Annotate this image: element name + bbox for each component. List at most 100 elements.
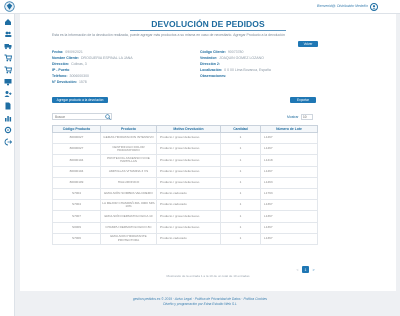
- cell-motivo: Producto / grosel defectuoso: [156, 221, 221, 234]
- truck-icon[interactable]: [3, 41, 12, 50]
- table-row[interactable]: 80000109 HIALURONICO Producto / grosel def…: [52, 176, 318, 189]
- cell-producto: PROTECOG ASCENSO NI DE HAPPILLAS: [100, 154, 157, 167]
- header-lote[interactable]: Número de Lote: [260, 125, 318, 133]
- cell-codigo: S7006: [52, 232, 101, 245]
- footer-credits: Diseño y programación por Edna Estudio W…: [163, 302, 237, 306]
- cell-lote: L1418: [260, 154, 318, 167]
- cell-codigo: 80000027: [52, 131, 101, 145]
- cell-lote: L1463: [260, 176, 318, 189]
- field-num-devolucion: N° Devolución: 1578: [52, 80, 87, 84]
- cell-cantidad: 1: [220, 176, 261, 189]
- document-icon[interactable]: [3, 101, 12, 110]
- footer: gestion.pedidos.es © 2019 · Aviso Legal …: [0, 297, 400, 307]
- pagination-prev[interactable]: <: [294, 266, 301, 273]
- cell-producto: EMULSIÓN DERMATOLOGICA 10: [100, 210, 157, 223]
- cell-codigo: 80000027: [52, 143, 101, 156]
- monitor-icon[interactable]: [3, 77, 12, 86]
- cell-cantidad: 1: [220, 232, 261, 245]
- header-producto[interactable]: Producto: [100, 125, 157, 133]
- page-title: DEVOLUCIÓN DE PEDIDOS: [151, 19, 265, 29]
- users-icon[interactable]: [3, 29, 12, 38]
- mostrar-label: Mostrar: [287, 115, 299, 119]
- cell-producto: AMPOLLAS VITAMINA 3 VS: [100, 165, 157, 178]
- table-header-row: Código Producto Producto Motivo Devoluci…: [52, 125, 318, 133]
- header-motivo[interactable]: Motivo Devolución: [156, 125, 221, 133]
- cell-lote: L1467: [260, 165, 318, 178]
- info-text: Esta es la información de la devolución …: [52, 33, 285, 37]
- cell-cantidad: 1: [220, 154, 261, 167]
- chart-icon[interactable]: [3, 113, 12, 122]
- export-button[interactable]: Exportar: [290, 97, 316, 103]
- cell-lote: L1367: [260, 221, 318, 234]
- products-table: Código Producto Producto Motivo Devoluci…: [52, 125, 318, 245]
- cell-cantidad: 1: [220, 143, 261, 156]
- cell-producto: CENTRIFUGO DOLOR HIDRATATORIO: [100, 143, 157, 156]
- top-bar: Bienvenid@: Distribuidor Medellín: [0, 0, 400, 14]
- cell-producto: EMULSIÓN SOMBRA VELCREMO: [100, 187, 157, 201]
- cell-codigo: S7007: [52, 210, 101, 223]
- cell-producto: HIALURONICO: [100, 176, 157, 189]
- header-cantidad[interactable]: Cantidad: [220, 125, 261, 133]
- cell-cantidad: 1: [220, 221, 261, 234]
- table-row[interactable]: 80000104 AMPOLLAS VITAMINA 3 VS Producto /…: [52, 165, 318, 178]
- cell-codigo: S7004: [52, 199, 101, 212]
- pagination-next[interactable]: >: [310, 266, 317, 273]
- field-localizacion: Localización: 0 0 00 Lima Bovanca, España: [200, 68, 271, 72]
- cell-motivo: Producto / grosel defectuoso: [156, 210, 221, 223]
- cart-return-icon[interactable]: [3, 65, 12, 74]
- cell-lote: L1367: [260, 232, 318, 245]
- search-input[interactable]: [52, 113, 112, 120]
- pagination-info: Mostrando de la entrada 1 a la 10 de un …: [166, 274, 250, 278]
- cell-motivo: Producto / grosel defectuoso: [156, 176, 221, 189]
- field-ip: IP - Puerto: [52, 68, 70, 72]
- home-icon[interactable]: [3, 17, 12, 26]
- title-divider: [130, 30, 286, 31]
- cell-motivo: Producto / grosel defectuoso: [156, 154, 221, 167]
- cell-motivo: Producto / grosel defectuoso: [156, 165, 221, 178]
- field-vendedor: Vendedor: JOAQUIN GOMEZ LOZANO: [200, 56, 264, 60]
- cell-cantidad: 1: [220, 210, 261, 223]
- field-direccion: Dirección: Colinas, 3: [52, 62, 87, 66]
- avatar-icon[interactable]: [370, 3, 378, 11]
- cell-codigo: 80000104: [52, 154, 101, 167]
- table-row[interactable]: S0009 CHAMPU DERMATOLOGICO 8C Producto / g…: [52, 221, 318, 234]
- volver-button[interactable]: Volver: [298, 41, 318, 47]
- cell-codigo: 80000109: [52, 176, 101, 189]
- table-row[interactable]: 80000027 CENTRIFUGO DOLOR HIDRATATORIO Pro…: [52, 143, 318, 156]
- cell-lote: L1367: [260, 210, 318, 223]
- cell-lote: L1467: [260, 131, 318, 145]
- cell-motivo: Producto caducado: [156, 187, 221, 201]
- logo-icon[interactable]: [4, 1, 15, 12]
- header-codigo[interactable]: Código Producto: [52, 125, 101, 133]
- table-row[interactable]: 80000027 GEMAS HIDRATACION INTENSIVO Produ…: [52, 131, 318, 145]
- cell-producto: EMULSION HIDRATANTE PROTECTORA: [100, 232, 157, 245]
- table-row[interactable]: S7004 LA MEJOR CHAMPAÑ 3RL 0000 SPA 10% Pr…: [52, 199, 318, 212]
- cell-lote: L1793: [260, 187, 318, 201]
- settings-icon[interactable]: [3, 125, 12, 134]
- pagination-page-1[interactable]: 1: [302, 266, 309, 273]
- mostrar-select[interactable]: 10: [301, 114, 313, 120]
- cell-codigo: 80000104: [52, 165, 101, 178]
- field-nombre: Nombre Cliente: DROGUERIA ESPINAL LA JANA: [52, 56, 133, 60]
- table-row[interactable]: S7007 EMULSIÓN DERMATOLOGICA 10 Producto /…: [52, 210, 318, 223]
- logout-icon[interactable]: [3, 137, 12, 146]
- add-product-button[interactable]: Agregar producto a la devolución: [52, 97, 108, 103]
- cell-cantidad: 1: [220, 187, 261, 201]
- search-icon[interactable]: [105, 114, 111, 120]
- field-observaciones: Observaciones:: [200, 74, 227, 78]
- table-row[interactable]: 80000104 PROTECOG ASCENSO NI DE HAPPILLAS…: [52, 154, 318, 167]
- cell-cantidad: 1: [220, 131, 261, 145]
- cell-codigo: S7004: [52, 187, 101, 201]
- cell-motivo: Producto caducado: [156, 232, 221, 245]
- cell-producto: CHAMPU DERMATOLOGICO 8C: [100, 221, 157, 234]
- table-row[interactable]: S7004 EMULSIÓN SOMBRA VELCREMO Producto ca…: [52, 187, 318, 201]
- table-row[interactable]: S7006 EMULSION HIDRATANTE PROTECTORA Produ…: [52, 232, 318, 245]
- cell-lote: L1467: [260, 143, 318, 156]
- cell-producto: GEMAS HIDRATACION INTENSIVO: [100, 131, 157, 145]
- user-add-icon[interactable]: [3, 89, 12, 98]
- cell-codigo: S0009: [52, 221, 101, 234]
- sidebar: [0, 14, 15, 316]
- cell-motivo: Producto / grosel defectuoso: [156, 143, 221, 156]
- cell-motivo: Producto caducado: [156, 199, 221, 212]
- cart-icon[interactable]: [3, 53, 12, 62]
